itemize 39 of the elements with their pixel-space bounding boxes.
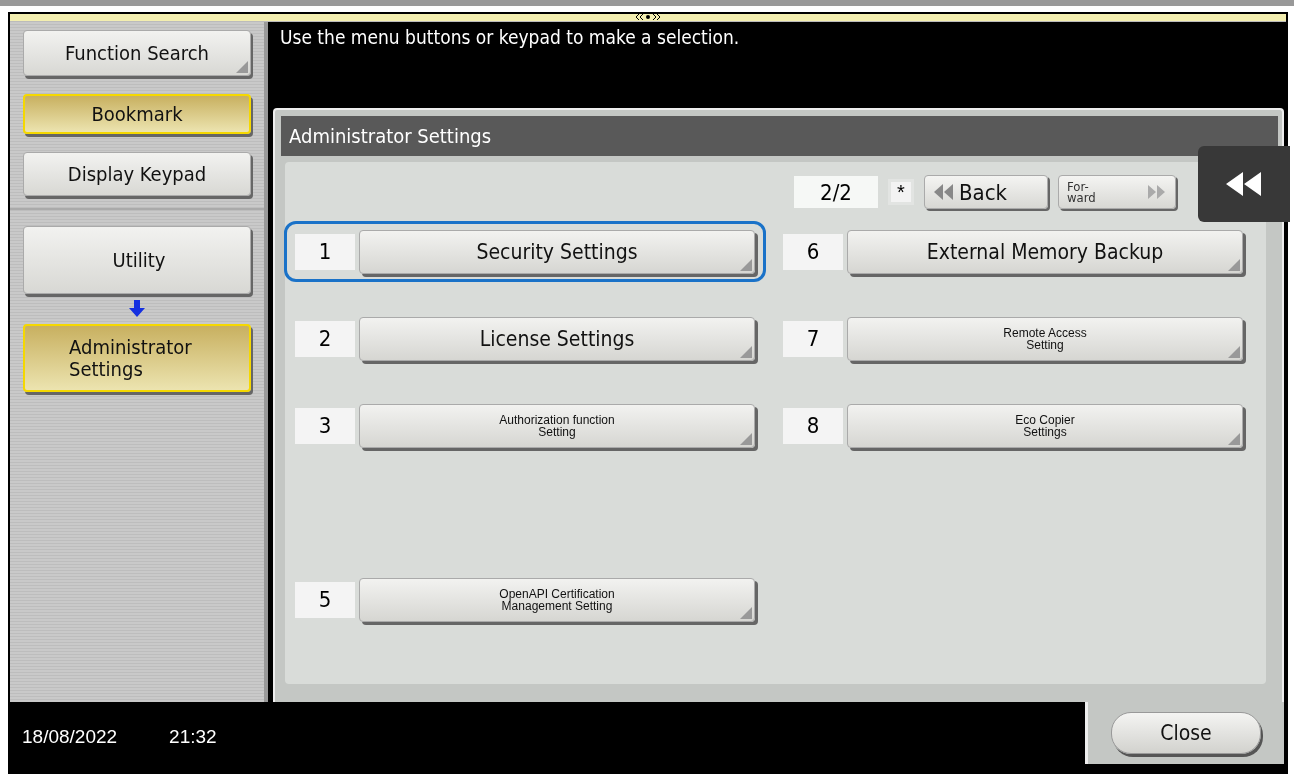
rewind-icon[interactable] xyxy=(1226,172,1262,196)
page-indicator: 2/2 xyxy=(794,176,878,208)
menu-button[interactable]: OpenAPI Certification Management Setting xyxy=(359,577,755,622)
back-button[interactable]: Back xyxy=(924,175,1048,209)
date-text: 18/08/2022 xyxy=(22,726,118,748)
instruction-text: Use the menu buttons or keypad to make a selection. xyxy=(280,26,740,48)
selected-menu-item[interactable]: 1 Security Settings xyxy=(284,221,766,282)
sidebar-button[interactable]: Utility xyxy=(23,226,251,294)
item-number: 6 xyxy=(783,233,843,270)
menu-button[interactable]: Authorization function Setting xyxy=(359,403,755,448)
menu-item[interactable]: 8 Eco Copier Settings xyxy=(772,395,1254,456)
item-number: 1 xyxy=(295,233,355,270)
selected-sidebar-button[interactable]: Bookmark xyxy=(23,94,251,134)
item-number: 8 xyxy=(783,407,843,444)
selected-sidebar-button[interactable]: Administrator Settings xyxy=(23,324,251,392)
menu-item[interactable]: 3 Authorization function Setting xyxy=(284,395,766,456)
menu-button[interactable]: Eco Copier Settings xyxy=(847,403,1243,448)
double-right-arrow-icon xyxy=(1147,184,1167,200)
item-number: 3 xyxy=(295,407,355,444)
double-left-arrow-icon xyxy=(933,183,955,201)
down-arrow-icon xyxy=(128,300,146,318)
time-text: 21:32 xyxy=(169,726,217,748)
menu-button[interactable]: Security Settings xyxy=(359,229,755,274)
menu-item[interactable]: 7 Remote Access Setting xyxy=(772,308,1254,369)
item-number: 7 xyxy=(783,320,843,357)
menu-item[interactable]: 6 External Memory Backup xyxy=(772,221,1254,282)
menu-button[interactable]: External Memory Backup xyxy=(847,229,1243,274)
star-key[interactable]: * xyxy=(888,179,914,205)
item-number: 5 xyxy=(295,581,355,618)
sidebar-button[interactable]: Display Keypad xyxy=(23,152,251,196)
item-number: 2 xyxy=(295,320,355,357)
menu-button[interactable]: License Settings xyxy=(359,316,755,361)
menu-button[interactable]: Remote Access Setting xyxy=(847,316,1243,361)
menu-item[interactable]: 5 OpenAPI Certification Management Setting xyxy=(284,569,766,630)
panel-title: Administrator Settings xyxy=(289,124,492,148)
handle-icon[interactable] xyxy=(636,14,660,20)
menu-item[interactable]: 2 License Settings xyxy=(284,308,766,369)
close-button[interactable]: Close xyxy=(1111,712,1261,754)
sidebar-button[interactable]: Function Search xyxy=(23,30,251,76)
